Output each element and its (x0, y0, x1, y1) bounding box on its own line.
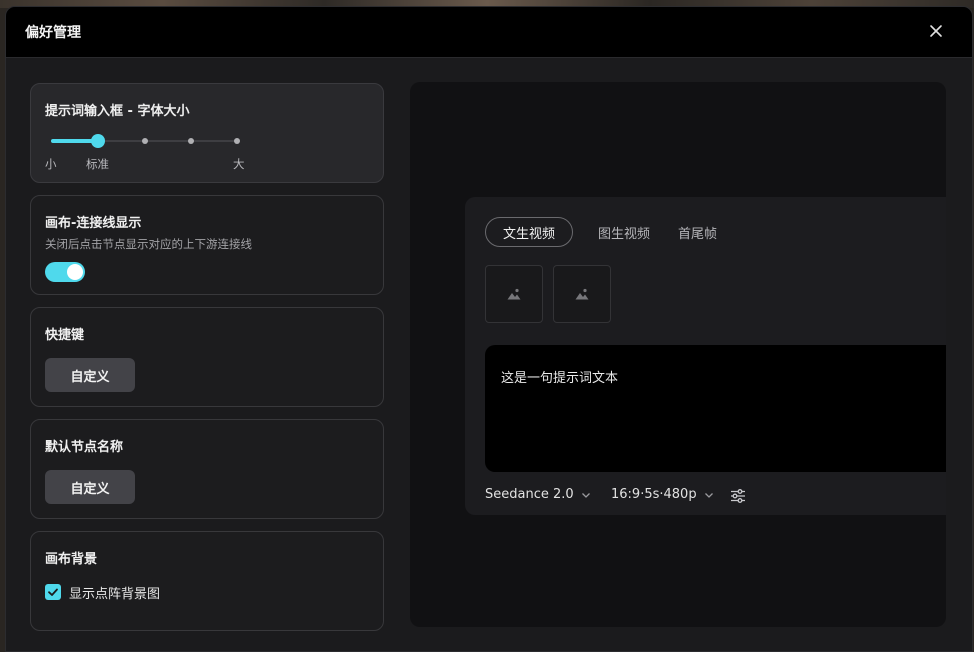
node-name-customize-button[interactable]: 自定义 (45, 470, 135, 504)
font-size-card: 提示词输入框 - 字体大小 小 标准 大 (30, 83, 384, 183)
shortcut-customize-button[interactable]: 自定义 (45, 358, 135, 392)
tab-image-to-video[interactable]: 图生视频 (598, 217, 650, 247)
sliders-icon[interactable] (729, 487, 747, 505)
model-select-label: Seedance 2.0 (485, 487, 574, 502)
modal-title: 偏好管理 (25, 25, 81, 41)
connector-toggle[interactable] (45, 262, 85, 282)
image-slot-1[interactable] (485, 265, 543, 323)
slider-tick[interactable] (234, 138, 240, 144)
slider-label-standard: 标准 (86, 157, 109, 171)
tab-text-to-video[interactable]: 文生视频 (485, 217, 573, 247)
dot-grid-checkbox-label[interactable]: 显示点阵背景图 (69, 583, 160, 602)
slider-tick[interactable] (188, 138, 194, 144)
model-select[interactable]: Seedance 2.0 (485, 487, 592, 502)
modal-header: 偏好管理 (6, 7, 972, 58)
tab-first-last-frame[interactable]: 首尾帧 (678, 217, 717, 247)
prompt-input[interactable]: 这是一句提示词文本 (485, 345, 946, 472)
generator-preview-card: 文生视频 图生视频 首尾帧 这是一句提示词文本 Seedance 2.0 16:… (465, 197, 946, 515)
image-slot-2[interactable] (553, 265, 611, 323)
font-size-title: 提示词输入框 - 字体大小 (45, 104, 190, 119)
node-name-title: 默认节点名称 (45, 440, 124, 455)
connector-description: 关闭后点击节点显示对应的上下游连接线 (45, 237, 252, 251)
shortcut-card: 快捷键 自定义 (30, 307, 384, 407)
image-placeholder-icon (507, 288, 521, 300)
preferences-modal: 偏好管理 提示词输入框 - 字体大小 小 标准 大 画布-连接线显示 关闭后点击… (5, 6, 973, 652)
node-name-card: 默认节点名称 自定义 (30, 419, 384, 519)
close-icon[interactable] (926, 21, 946, 41)
chevron-down-icon (704, 492, 713, 498)
preview-panel: 文生视频 图生视频 首尾帧 这是一句提示词文本 Seedance 2.0 16:… (410, 82, 946, 627)
connector-card: 画布-连接线显示 关闭后点击节点显示对应的上下游连接线 (30, 195, 384, 295)
connector-title: 画布-连接线显示 (45, 216, 142, 231)
slider-label-large: 大 (233, 157, 245, 171)
params-select[interactable]: 16:9·5s·480p (611, 487, 715, 502)
chevron-down-icon (581, 492, 590, 498)
font-size-slider-thumb[interactable] (91, 134, 105, 148)
shortcut-title: 快捷键 (45, 328, 85, 343)
prompt-text: 这是一句提示词文本 (501, 371, 619, 386)
toggle-knob (67, 264, 83, 280)
canvas-bg-card: 画布背景 显示点阵背景图 (30, 531, 384, 631)
image-placeholder-icon (575, 288, 589, 300)
checkmark-icon (48, 588, 58, 596)
slider-tick[interactable] (142, 138, 148, 144)
dot-grid-checkbox[interactable] (45, 584, 61, 600)
params-select-label: 16:9·5s·480p (611, 487, 697, 502)
slider-label-small: 小 (45, 157, 57, 171)
canvas-bg-title: 画布背景 (45, 552, 98, 567)
